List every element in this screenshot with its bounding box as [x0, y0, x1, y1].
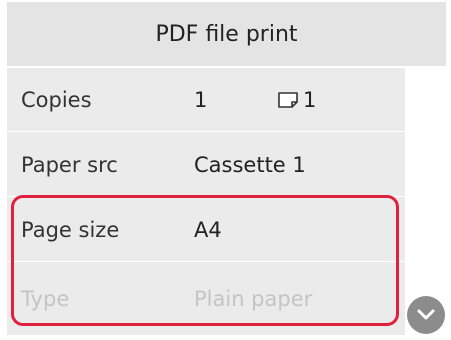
- paper-src-value: Cassette 1: [194, 152, 306, 177]
- page-title-text: PDF file print: [155, 21, 298, 47]
- type-row: Type Plain paper: [7, 263, 405, 336]
- page-size-row[interactable]: Page size A4: [7, 198, 405, 262]
- pdf-print-screen: PDF file print Copies 1 1 Paper src Cass…: [0, 0, 451, 340]
- chevron-down-icon: [417, 309, 435, 320]
- copies-label: Copies: [21, 87, 92, 112]
- scroll-down-button[interactable]: [407, 296, 445, 334]
- page-size-label: Page size: [21, 217, 120, 242]
- settings-list: Copies 1 1 Paper src Cassette 1 Page siz…: [7, 68, 405, 336]
- paper-src-row[interactable]: Paper src Cassette 1: [7, 133, 405, 197]
- paper-src-label: Paper src: [21, 152, 118, 177]
- page-title: PDF file print: [7, 2, 446, 66]
- type-label: Type: [21, 287, 70, 311]
- type-value: Plain paper: [194, 287, 313, 311]
- copies-value: 1: [194, 87, 208, 112]
- sheets-value: 1: [303, 87, 317, 112]
- page-size-value: A4: [194, 217, 222, 242]
- copies-row[interactable]: Copies 1 1: [7, 68, 405, 132]
- paper-sheet-icon: [278, 91, 298, 108]
